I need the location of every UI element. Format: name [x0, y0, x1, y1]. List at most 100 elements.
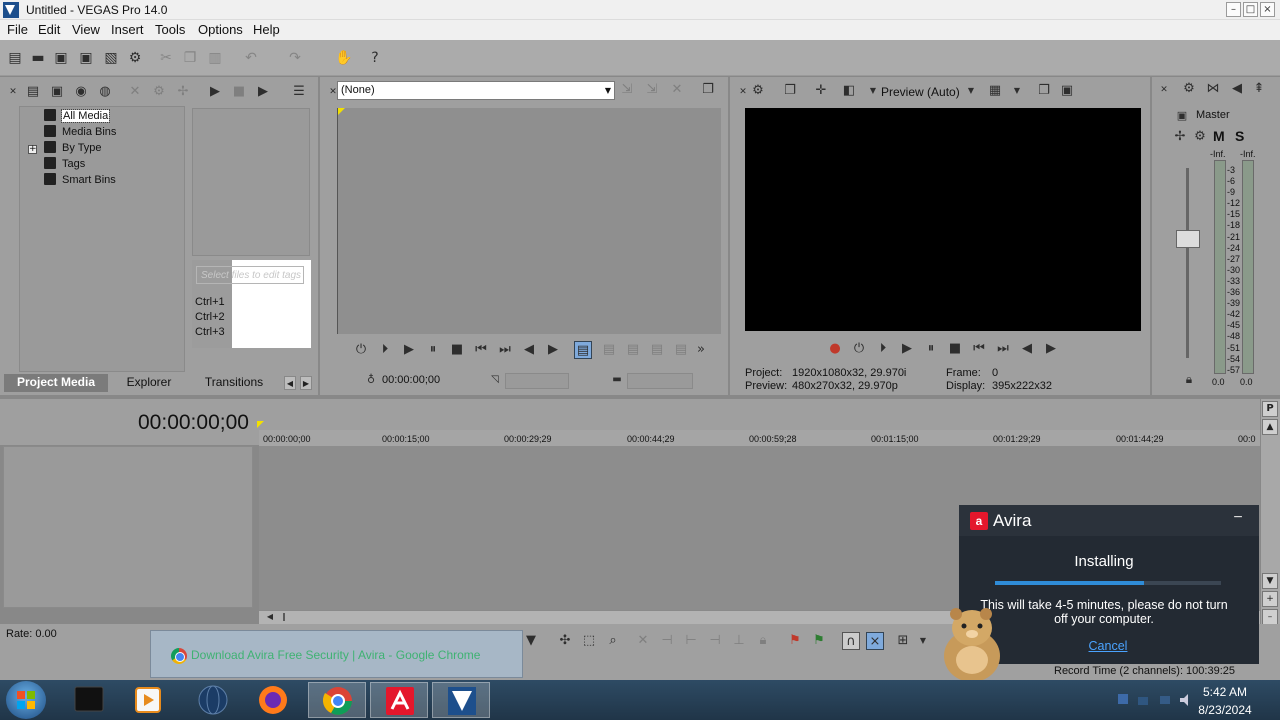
go-to-start-icon[interactable]: ⏮ — [970, 340, 988, 358]
previous-frame-icon[interactable]: ◀ — [520, 341, 538, 359]
taskbar-app-avira[interactable] — [370, 682, 428, 718]
maximize-button[interactable]: □ — [1243, 2, 1258, 17]
mixer-options-icon[interactable]: ⇞ — [1250, 80, 1268, 98]
external-monitor-icon[interactable]: ❐ — [781, 82, 799, 100]
clear-trimmer-icon[interactable]: ✕ — [668, 81, 686, 99]
open-icon[interactable]: ▬ — [29, 49, 47, 67]
master-fader-knob[interactable] — [1176, 230, 1200, 248]
trimmer-option-icon[interactable]: ▤ — [672, 341, 690, 359]
pause-icon[interactable]: ⏸ — [922, 340, 940, 358]
flag-icon[interactable] — [1158, 692, 1172, 708]
trim-icon[interactable]: ⊣ — [658, 632, 676, 650]
media-properties-icon[interactable]: ⚙ — [150, 83, 168, 101]
play-from-start-icon[interactable]: ⏵ — [874, 340, 892, 358]
trimmer-option-icon[interactable]: ▤ — [648, 341, 666, 359]
master-properties-icon[interactable]: ⚙ — [1191, 128, 1209, 146]
tree-item-media-bins[interactable]: Media Bins — [44, 125, 116, 138]
menu-insert[interactable]: Insert — [111, 22, 144, 37]
web-media-icon[interactable]: ◍ — [96, 83, 114, 101]
tab-left-arrow-icon[interactable]: ◀ — [284, 376, 296, 390]
remove-media-icon[interactable]: ✕ — [126, 83, 144, 101]
capture-video-icon[interactable]: ▣ — [48, 83, 66, 101]
close-panel-icon[interactable]: ✕ — [1155, 81, 1173, 99]
speaker-icon[interactable]: ◀ — [1228, 80, 1246, 98]
auto-crossfade-icon[interactable]: ⨯ — [866, 632, 884, 650]
next-frame-icon[interactable]: ▶ — [544, 341, 562, 359]
cancel-link[interactable]: Cancel — [959, 639, 1257, 653]
expand-icon[interactable]: + — [28, 145, 37, 154]
save-as-icon[interactable]: ▣ — [77, 49, 95, 67]
record-icon[interactable]: ● — [826, 340, 844, 358]
menu-view[interactable]: View — [72, 22, 100, 37]
views-icon[interactable]: ☰ — [290, 83, 308, 101]
auto-preview-icon[interactable]: ▶ — [254, 83, 272, 101]
stop-icon[interactable]: ■ — [946, 340, 964, 358]
play-icon[interactable]: ▶ — [400, 341, 418, 359]
trimmer-zoom-field[interactable] — [627, 373, 693, 389]
chevron-down-icon[interactable]: ▼ — [962, 82, 980, 100]
taskbar-app-terminal[interactable] — [60, 682, 118, 718]
preview-settings-icon[interactable]: ⚙ — [749, 82, 767, 100]
loop-icon[interactable]: ⏻ — [352, 341, 370, 359]
menu-help[interactable]: Help — [253, 22, 280, 37]
ripple-edit-icon[interactable]: ⊞ — [894, 632, 912, 650]
stop-preview-icon[interactable]: ■ — [230, 83, 248, 101]
trimmer-length-field[interactable] — [505, 373, 569, 389]
trimmer-view[interactable] — [337, 108, 721, 334]
solo-button[interactable]: S — [1235, 128, 1244, 144]
media-fx-icon[interactable]: ✢ — [174, 83, 192, 101]
import-media-icon[interactable]: ▤ — [24, 83, 42, 101]
trimmer-option-icon[interactable]: ▤ — [600, 341, 618, 359]
more-icon[interactable]: » — [692, 341, 710, 359]
tab-explorer[interactable]: Explorer — [108, 374, 190, 392]
tree-item-by-type[interactable]: By Type — [44, 141, 102, 154]
add-to-timeline-icon[interactable]: ⇲ — [618, 81, 636, 99]
insert-marker-icon[interactable]: ⚑ — [786, 632, 804, 650]
stop-icon[interactable]: ■ — [448, 341, 466, 359]
zoom-out-icon[interactable]: – — [1262, 609, 1278, 625]
tree-item-smart-bins[interactable]: Smart Bins — [44, 173, 116, 186]
play-from-start-icon[interactable]: ⏵ — [376, 341, 394, 359]
scroll-down-icon[interactable]: ▼ — [1262, 573, 1278, 589]
tab-right-arrow-icon[interactable]: ▶ — [300, 376, 312, 390]
selection-edit-icon[interactable]: ⬚ — [580, 632, 598, 650]
taskbar-app-media-player[interactable] — [120, 682, 178, 718]
tab-project-media[interactable]: Project Media — [4, 374, 108, 392]
video-fx-icon[interactable]: ✛ — [812, 82, 830, 100]
master-fx-icon[interactable]: ✢ — [1171, 128, 1189, 146]
envelope-edit-icon[interactable]: ✣ — [556, 632, 574, 650]
save-snapshot-icon[interactable]: ▣ — [1058, 82, 1076, 100]
media-list[interactable] — [192, 108, 310, 256]
undo-icon[interactable]: ↶ — [242, 49, 260, 67]
copy-icon[interactable]: ❐ — [181, 49, 199, 67]
tree-item-tags[interactable]: Tags — [44, 157, 85, 170]
tree-item-all-media[interactable]: All Media — [44, 109, 111, 123]
menu-file[interactable]: File — [7, 22, 28, 37]
video-preview-screen[interactable] — [745, 108, 1141, 331]
properties-icon[interactable]: ⚙ — [126, 49, 144, 67]
menu-options[interactable]: Options — [198, 22, 243, 37]
add-region-icon[interactable]: ⇲ — [643, 81, 661, 99]
menu-edit[interactable]: Edit — [38, 22, 60, 37]
zoom-in-icon[interactable]: + — [1262, 591, 1278, 607]
mixer-settings-icon[interactable]: ⚙ — [1180, 80, 1198, 98]
insert-region-icon[interactable]: ⚑ — [810, 632, 828, 650]
trimmer-view-mode-icon[interactable]: ▤ — [574, 341, 592, 359]
next-frame-icon[interactable]: ▶ — [1042, 340, 1060, 358]
lock-icon[interactable]: 🔒︎ — [1180, 370, 1198, 388]
previous-frame-icon[interactable]: ◀ — [1018, 340, 1036, 358]
save-icon[interactable]: ▣ — [52, 49, 70, 67]
minimize-button[interactable]: – — [1226, 2, 1241, 17]
what-is-this-icon[interactable]: ✋ — [335, 49, 353, 67]
new-icon[interactable]: ▤ — [6, 49, 24, 67]
clock-date[interactable]: 8/23/2024 — [1190, 703, 1260, 717]
split-screen-icon[interactable]: ◧ — [840, 82, 858, 100]
loop-icon[interactable]: ⏻ — [850, 340, 868, 358]
play-icon[interactable]: ▶ — [898, 340, 916, 358]
chevron-down-icon[interactable]: ▼ — [864, 82, 882, 100]
minimize-icon[interactable]: − — [1229, 509, 1247, 527]
battery-icon[interactable] — [1136, 692, 1150, 708]
taskbar-app-globe[interactable] — [184, 682, 242, 718]
marker-icon[interactable]: ▼ — [522, 632, 540, 650]
cut-icon[interactable]: ✂ — [157, 49, 175, 67]
